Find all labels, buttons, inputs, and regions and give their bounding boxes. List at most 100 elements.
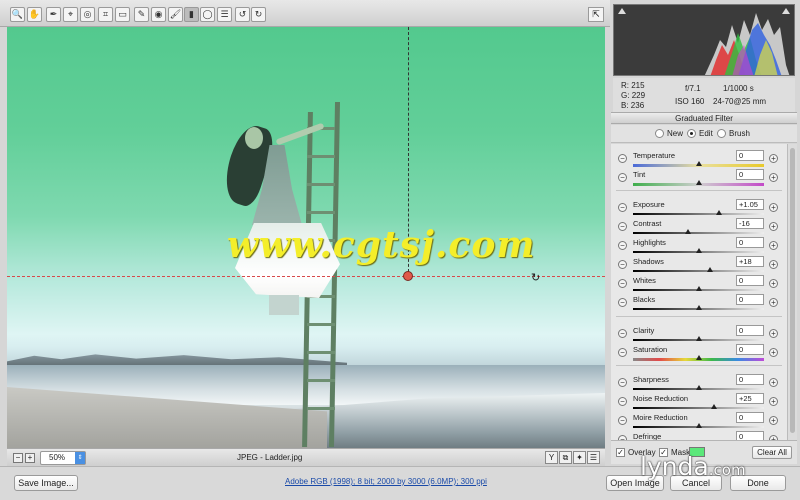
increase-sharpness-icon[interactable]: + xyxy=(769,378,778,387)
graduated-filter-tool[interactable]: ▮ xyxy=(184,7,199,22)
blacks-slider-thumb[interactable] xyxy=(695,305,702,310)
temperature-value-field[interactable]: 0 xyxy=(736,150,764,161)
shadows-value-field[interactable]: +18 xyxy=(736,256,764,267)
increase-saturation-icon[interactable]: + xyxy=(769,348,778,357)
slider-row-shadows: − Shadows +18 + xyxy=(611,255,787,275)
decrease-clarity-icon[interactable]: − xyxy=(618,329,627,338)
highlights-value-field[interactable]: 0 xyxy=(736,237,764,248)
moire-reduction-value-field[interactable]: 0 xyxy=(736,412,764,423)
zoom-level-select[interactable]: 50% ⇕ xyxy=(40,451,86,465)
mode-edit-radio[interactable] xyxy=(687,129,696,138)
tint-label: Tint xyxy=(633,170,646,179)
moire-reduction-slider-thumb[interactable] xyxy=(695,423,702,428)
contrast-slider-track[interactable] xyxy=(633,232,764,234)
gradient-guide-horizontal[interactable] xyxy=(7,276,605,277)
decrease-moire-reduction-icon[interactable]: − xyxy=(618,416,627,425)
image-preview[interactable]: ↻ www.cgtsj.com xyxy=(7,27,605,448)
exposure-slider-track[interactable] xyxy=(633,213,764,215)
preview-statusbar: − + 50% ⇕ JPEG - Ladder.jpg Y ⧉ ✦ ☰ xyxy=(7,448,605,466)
saturation-value-field[interactable]: 0 xyxy=(736,344,764,355)
exposure-value-field[interactable]: +1.05 xyxy=(736,199,764,210)
shadow-clipping-icon[interactable] xyxy=(618,8,626,14)
decrease-tint-icon[interactable]: − xyxy=(618,173,627,182)
clear-all-button[interactable]: Clear All xyxy=(752,446,792,459)
increase-shadows-icon[interactable]: + xyxy=(769,260,778,269)
sliders-scrollbar[interactable] xyxy=(787,144,797,440)
highlight-clipping-icon[interactable] xyxy=(782,8,790,14)
decrease-exposure-icon[interactable]: − xyxy=(618,203,627,212)
mode-new-radio[interactable] xyxy=(655,129,664,138)
contrast-slider-thumb[interactable] xyxy=(685,229,692,234)
gradient-center-pin[interactable] xyxy=(403,271,413,281)
increase-exposure-icon[interactable]: + xyxy=(769,203,778,212)
contrast-value-field[interactable]: -16 xyxy=(736,218,764,229)
zoom-in-button[interactable]: + xyxy=(25,453,35,463)
swap-settings-button[interactable]: ✦ xyxy=(573,451,586,464)
slider-row-clarity: − Clarity 0 + xyxy=(611,324,787,344)
whites-value-field[interactable]: 0 xyxy=(736,275,764,286)
saturation-slider-thumb[interactable] xyxy=(695,355,702,360)
increase-tint-icon[interactable]: + xyxy=(769,173,778,182)
noise-reduction-slider-track[interactable] xyxy=(633,407,764,409)
before-after-button[interactable]: ⧉ xyxy=(559,451,572,464)
zoom-tool[interactable]: 🔍 xyxy=(10,7,25,22)
color-sampler-tool[interactable]: ⌖ xyxy=(63,7,78,22)
increase-contrast-icon[interactable]: + xyxy=(769,222,778,231)
sharpness-slider-thumb[interactable] xyxy=(695,385,702,390)
red-eye-tool[interactable]: ◉ xyxy=(151,7,166,22)
fullscreen-toggle-button[interactable]: ⇱ xyxy=(588,7,604,22)
workflow-options-link[interactable]: Adobe RGB (1998); 8 bit; 2000 by 3000 (6… xyxy=(285,477,487,486)
decrease-shadows-icon[interactable]: − xyxy=(618,260,627,269)
tint-value-field[interactable]: 0 xyxy=(736,169,764,180)
photo-ladder-rung xyxy=(307,407,335,410)
increase-noise-reduction-icon[interactable]: + xyxy=(769,397,778,406)
increase-clarity-icon[interactable]: + xyxy=(769,329,778,338)
increase-moire-reduction-icon[interactable]: + xyxy=(769,416,778,425)
clarity-slider-thumb[interactable] xyxy=(695,336,702,341)
increase-blacks-icon[interactable]: + xyxy=(769,298,778,307)
defringe-value-field[interactable]: 0 xyxy=(736,431,764,440)
decrease-noise-reduction-icon[interactable]: − xyxy=(618,397,627,406)
rotate-ccw-tool[interactable]: ↺ xyxy=(235,7,250,22)
increase-temperature-icon[interactable]: + xyxy=(769,154,778,163)
decrease-highlights-icon[interactable]: − xyxy=(618,241,627,250)
shadows-slider-track[interactable] xyxy=(633,270,764,272)
sharpness-value-field[interactable]: 0 xyxy=(736,374,764,385)
adjustment-brush-tool[interactable]: 🖌 xyxy=(168,7,183,22)
targeted-adjustment-tool[interactable]: ◎ xyxy=(80,7,95,22)
save-image-button[interactable]: Save Image... xyxy=(14,475,78,491)
spot-removal-tool[interactable]: ✎ xyxy=(134,7,149,22)
radial-filter-tool[interactable]: ◯ xyxy=(200,7,215,22)
mode-brush-radio[interactable] xyxy=(717,129,726,138)
zoom-out-button[interactable]: − xyxy=(13,453,23,463)
noise-reduction-value-field[interactable]: +25 xyxy=(736,393,764,404)
decrease-temperature-icon[interactable]: − xyxy=(618,154,627,163)
lynda-logo: lynda.com xyxy=(640,452,746,481)
temperature-slider-thumb[interactable] xyxy=(695,161,702,166)
hand-tool[interactable]: ✋ xyxy=(27,7,42,22)
decrease-saturation-icon[interactable]: − xyxy=(618,348,627,357)
increase-highlights-icon[interactable]: + xyxy=(769,241,778,250)
blacks-value-field[interactable]: 0 xyxy=(736,294,764,305)
preview-toggle-button[interactable]: Y xyxy=(545,451,558,464)
white-balance-tool[interactable]: ✒ xyxy=(46,7,61,22)
overlay-checkbox[interactable]: ✓ xyxy=(616,448,625,457)
highlights-slider-thumb[interactable] xyxy=(695,248,702,253)
clarity-value-field[interactable]: 0 xyxy=(736,325,764,336)
rotate-cw-tool[interactable]: ↻ xyxy=(251,7,266,22)
noise-reduction-slider-thumb[interactable] xyxy=(711,404,718,409)
crop-tool[interactable]: ⌗ xyxy=(98,7,113,22)
decrease-blacks-icon[interactable]: − xyxy=(618,298,627,307)
exposure-slider-thumb[interactable] xyxy=(716,210,723,215)
whites-slider-thumb[interactable] xyxy=(695,286,702,291)
decrease-whites-icon[interactable]: − xyxy=(618,279,627,288)
shadows-slider-thumb[interactable] xyxy=(707,267,714,272)
scrollbar-thumb[interactable] xyxy=(790,148,795,433)
increase-whites-icon[interactable]: + xyxy=(769,279,778,288)
open-preferences-tool[interactable]: ☰ xyxy=(217,7,232,22)
decrease-sharpness-icon[interactable]: − xyxy=(618,378,627,387)
tint-slider-thumb[interactable] xyxy=(695,180,702,185)
decrease-contrast-icon[interactable]: − xyxy=(618,222,627,231)
toggle-defaults-button[interactable]: ☰ xyxy=(587,451,600,464)
straighten-tool[interactable]: ▭ xyxy=(115,7,130,22)
